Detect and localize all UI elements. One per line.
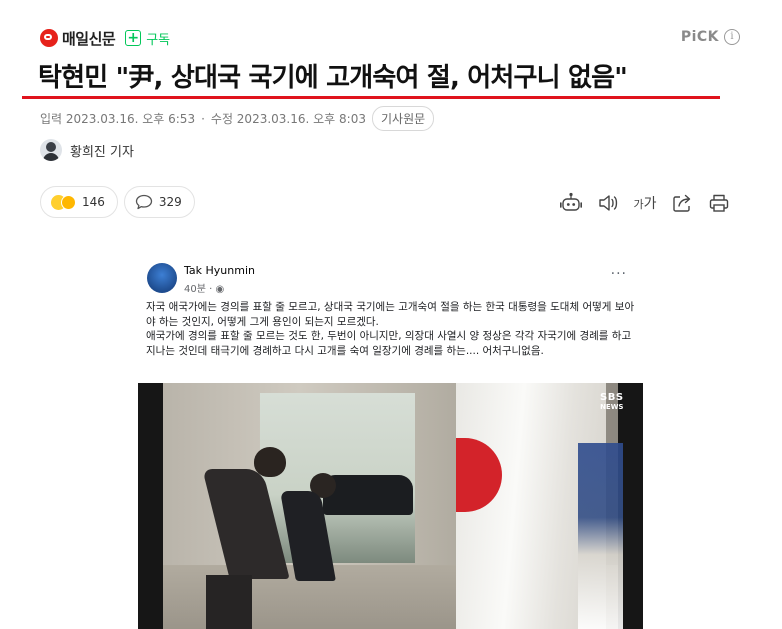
pick-label: PiCK <box>680 29 719 45</box>
title-underline <box>22 96 720 99</box>
speaker-icon <box>599 195 618 211</box>
comment-count: 329 <box>158 195 182 209</box>
subscribe-label: 구독 <box>146 32 171 48</box>
press-name: 매일신문 <box>62 29 116 48</box>
photo-flags-background <box>578 443 623 629</box>
logo-bottom-text: NEWS <box>600 403 624 411</box>
subscribe-button[interactable]: + 구독 <box>125 29 170 48</box>
logo-top-text: SBS <box>600 392 624 403</box>
post-body: 자국 애국가에는 경의를 표할 줄 모르고, 상대국 국기에는 고개숙여 절을 … <box>146 300 636 358</box>
font-size-icon: 가가 <box>633 193 656 213</box>
press-header: 매일신문 + 구독 <box>40 27 170 49</box>
text-to-speech-button[interactable] <box>594 189 622 217</box>
comment-button[interactable]: 329 <box>123 186 195 218</box>
font-size-small-label: 가 <box>633 198 644 211</box>
reaction-bar: 146 329 <box>40 186 201 218</box>
post-time: 40분 <box>184 284 206 295</box>
print-button[interactable] <box>705 189 733 217</box>
emotion-button[interactable]: 146 <box>40 186 118 218</box>
published-date: 입력 2023.03.16. 오후 6:53 <box>40 112 196 126</box>
robot-icon <box>559 192 583 211</box>
print-icon <box>709 194 729 212</box>
facebook-post-image: Tak Hyunmin 40분 · ◉ ··· 자국 애국가에는 경의를 표할 … <box>138 256 643 629</box>
post-author-name: Tak Hyunmin <box>184 264 255 277</box>
reporter-byline[interactable]: 황희진 기자 <box>40 139 134 161</box>
post-paragraph: 애국가에 경의를 표할 줄 모르는 것도 한, 두번이 아니지만, 의장대 사열… <box>146 330 632 357</box>
share-button[interactable] <box>668 189 696 217</box>
share-icon <box>673 194 691 212</box>
date-separator: · <box>201 111 205 126</box>
post-author-avatar <box>147 263 177 293</box>
news-photo: SBS NEWS <box>138 383 643 629</box>
modified-date: 수정 2023.03.16. 오후 8:03 <box>210 112 366 126</box>
article-dates: 입력 2023.03.16. 오후 6:53 · 수정 2023.03.16. … <box>40 106 435 131</box>
summary-bot-button[interactable] <box>557 189 585 217</box>
pick-badge[interactable]: PiCK i <box>681 29 740 45</box>
maeil-logo-icon <box>40 29 58 47</box>
article-tools: 가가 <box>557 189 742 217</box>
reporter-avatar <box>40 139 62 161</box>
reporter-name: 황희진 기자 <box>70 144 134 160</box>
post-paragraph: 자국 애국가에는 경의를 표할 줄 모르고, 상대국 국기에는 고개숙여 절을 … <box>146 301 635 328</box>
emotion-icon <box>51 194 76 210</box>
post-meta: 40분 · ◉ <box>184 280 224 295</box>
original-article-button[interactable]: 기사원문 <box>371 106 435 131</box>
comment-icon <box>135 194 153 210</box>
photo-car <box>323 475 413 515</box>
post-header: Tak Hyunmin 40분 · ◉ ··· <box>138 256 643 298</box>
article-title: 탁현민 "尹, 상대국 국기에 고개숙여 절, 어처구니 없음" <box>38 63 628 93</box>
font-size-large-label: 가 <box>643 196 657 212</box>
photo-person <box>202 447 290 629</box>
emotion-count: 146 <box>82 195 105 209</box>
press-logo[interactable]: 매일신문 <box>40 28 116 49</box>
font-size-button[interactable]: 가가 <box>631 189 659 217</box>
sbs-news-logo: SBS NEWS <box>600 392 624 412</box>
plus-icon: + <box>125 30 142 46</box>
globe-icon: · ◉ <box>209 284 225 295</box>
info-icon[interactable]: i <box>724 29 740 45</box>
more-options-icon: ··· <box>610 266 627 282</box>
